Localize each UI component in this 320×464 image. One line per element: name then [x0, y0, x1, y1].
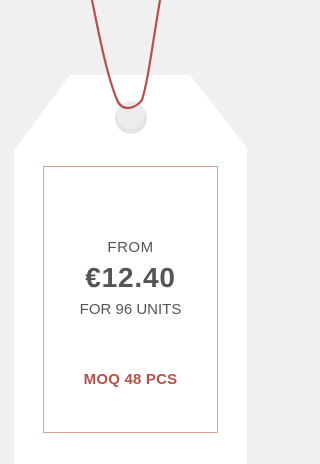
units-label: FOR 96 UNITS	[79, 301, 182, 318]
price-value: €12.40	[85, 262, 176, 293]
from-label: FROM	[107, 239, 154, 256]
price-label-box: FROM €12.40 FOR 96 UNITS MOQ 48 PCS	[43, 166, 218, 433]
price-tag: FROM €12.40 FOR 96 UNITS MOQ 48 PCS	[0, 0, 247, 464]
moq-label: MOQ 48 PCS	[83, 371, 178, 388]
